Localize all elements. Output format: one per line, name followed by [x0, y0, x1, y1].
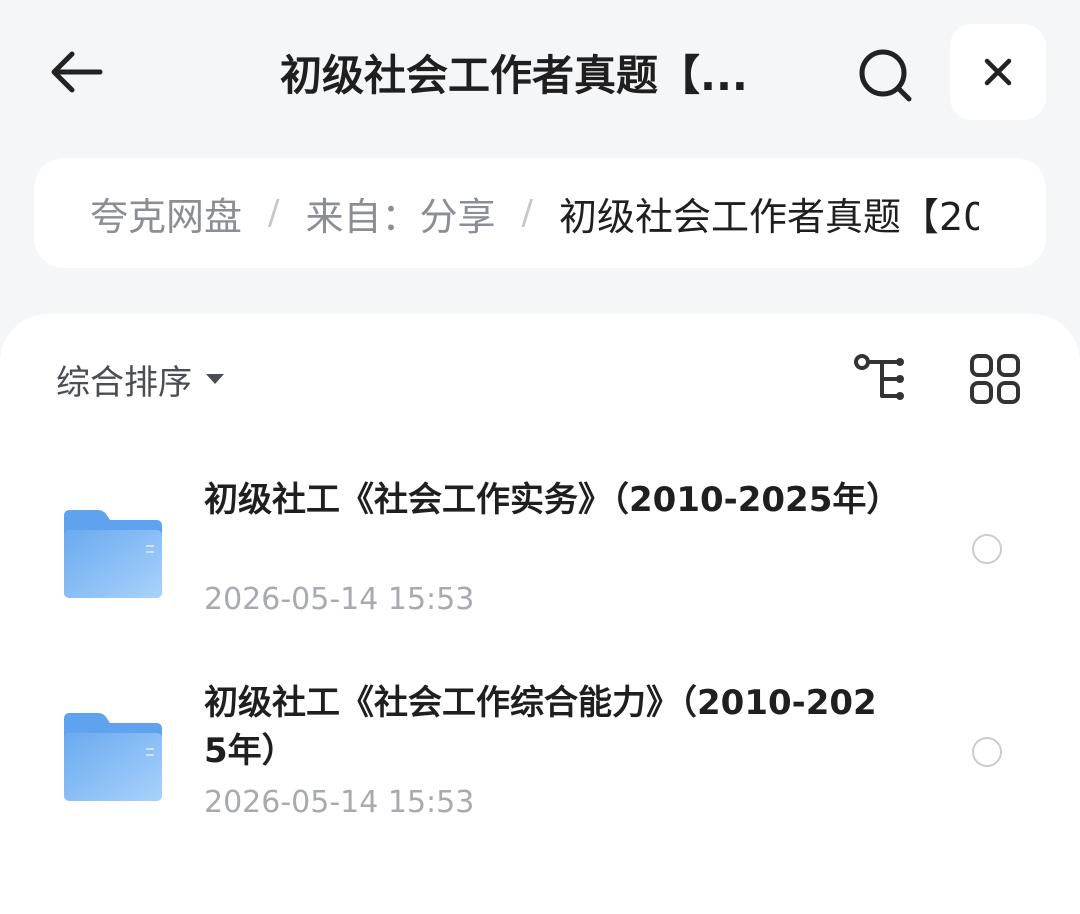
top-bar: 初级社会工作者真题【... — [0, 0, 1080, 140]
file-date: 2026-05-14 15:53 — [204, 582, 475, 617]
breadcrumb-separator: / — [268, 193, 280, 233]
breadcrumb-item-current: 初级社会工作者真题【20 — [558, 194, 979, 239]
file-list-panel: 综合排序 初级社工《社会工作实务》（2010-2025年） 2026-05-14… — [0, 314, 1080, 914]
close-icon — [984, 58, 1012, 86]
arrow-left-icon — [51, 51, 103, 93]
file-name: 初级社工《社会工作实务》（2010-2025年） — [204, 480, 901, 520]
breadcrumb-item-share[interactable]: 来自：分享 — [305, 186, 495, 241]
back-button[interactable] — [44, 40, 108, 104]
sort-dropdown[interactable]: 综合排序 — [56, 354, 224, 404]
close-button[interactable] — [950, 24, 1046, 120]
select-radio[interactable] — [972, 534, 1002, 564]
file-list-item[interactable]: 初级社工《社会工作综合能力》（2010-2025年） 2026-05-14 15… — [0, 679, 1080, 839]
grid-view-icon — [970, 354, 1020, 404]
search-button[interactable] — [852, 42, 918, 108]
caret-down-icon — [206, 374, 224, 384]
select-radio[interactable] — [972, 737, 1002, 767]
sort-label: 综合排序 — [56, 362, 192, 403]
tree-view-icon — [854, 354, 904, 400]
tree-view-button[interactable] — [852, 350, 910, 408]
folder-icon — [64, 713, 162, 801]
folder-icon — [64, 510, 162, 598]
grid-view-button[interactable] — [966, 350, 1024, 408]
breadcrumb-separator: / — [521, 193, 533, 233]
breadcrumb: 夸克网盘 / 来自：分享 / 初级社会工作者真题【20 — [34, 158, 1046, 268]
file-date: 2026-05-14 15:53 — [204, 785, 475, 820]
file-list-item[interactable]: 初级社工《社会工作实务》（2010-2025年） 2026-05-14 15:5… — [0, 476, 1080, 636]
search-icon — [859, 49, 912, 102]
page-title: 初级社会工作者真题【... — [280, 51, 748, 100]
breadcrumb-item-root[interactable]: 夸克网盘 — [90, 186, 242, 241]
file-name: 初级社工《社会工作综合能力》（2010-2025年） — [204, 683, 877, 771]
